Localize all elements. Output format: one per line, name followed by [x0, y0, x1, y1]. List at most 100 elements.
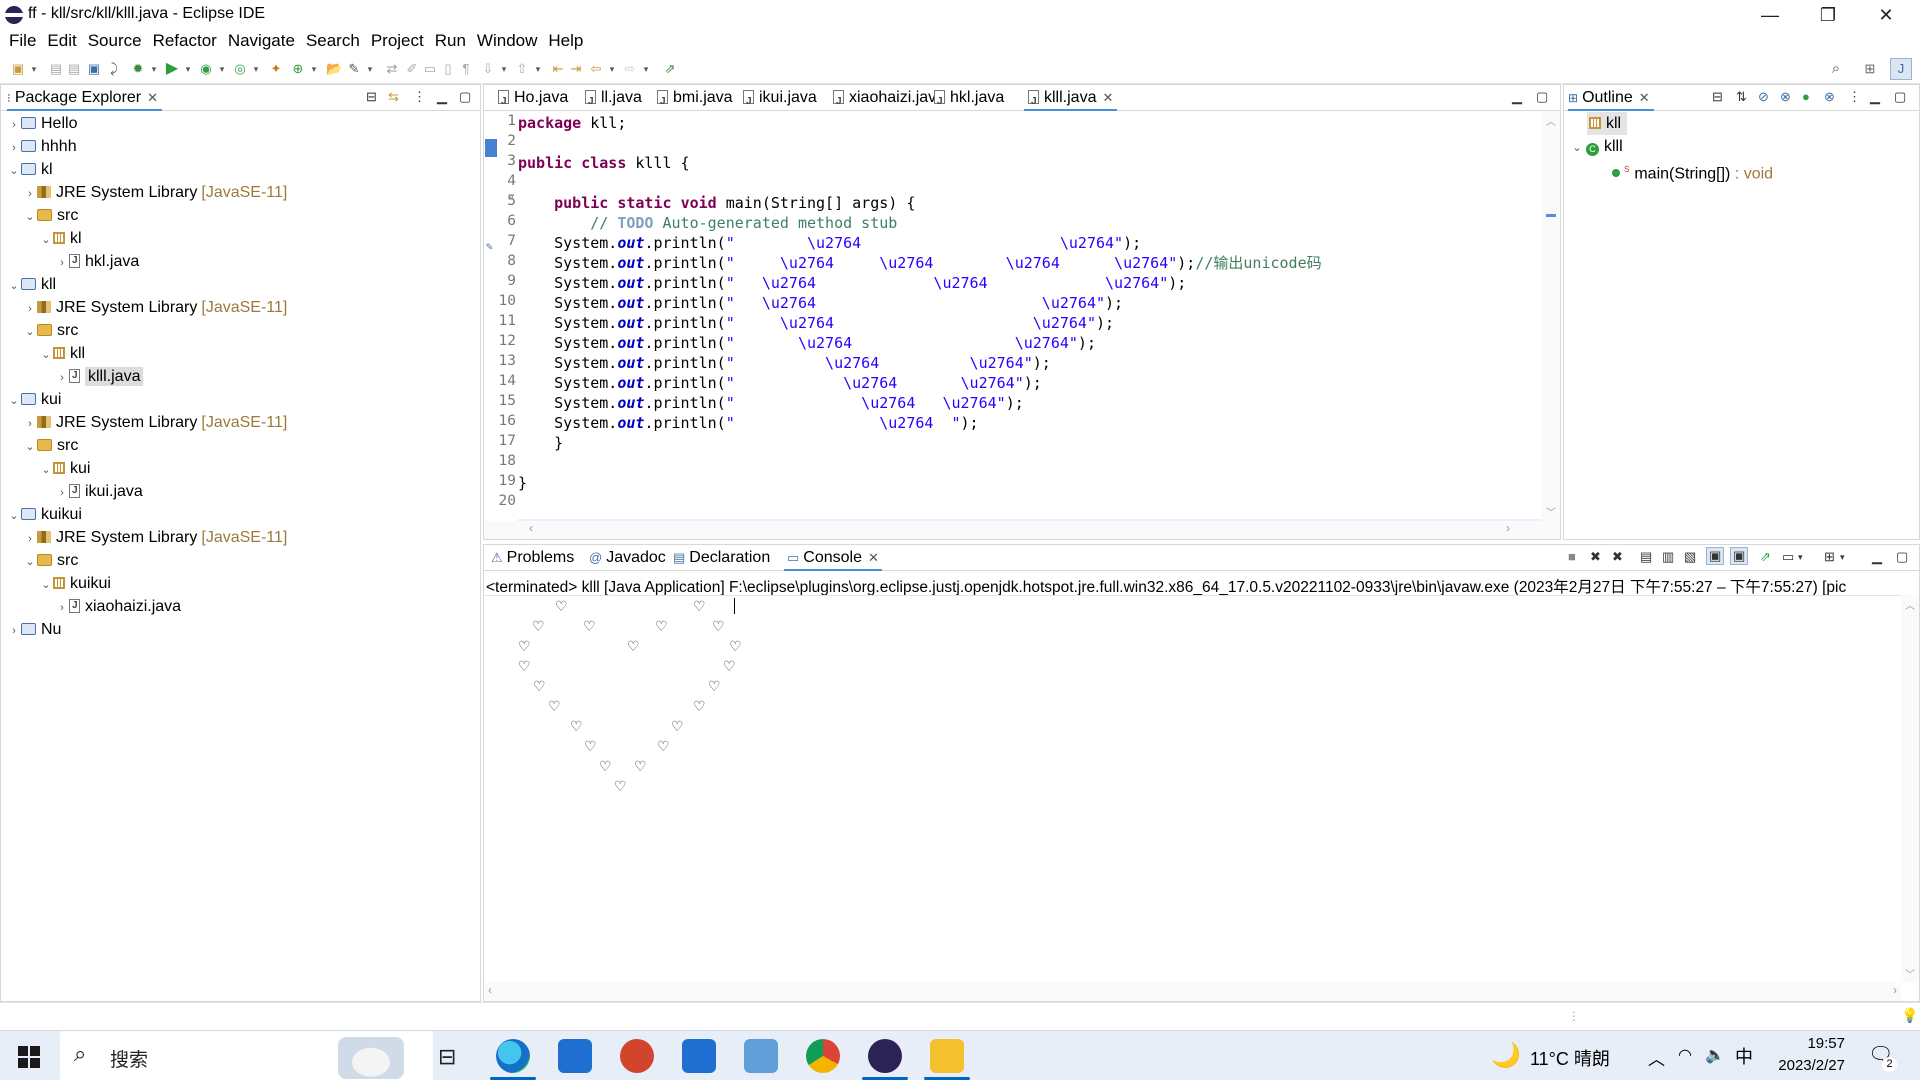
code-line[interactable]: public static void main(String[] args) {	[518, 193, 915, 213]
menu-refactor[interactable]: Refactor	[153, 30, 217, 52]
minimize-view-icon[interactable]: ▁	[437, 89, 447, 105]
tree-item-pkg[interactable]: ⌄ kll	[39, 342, 85, 365]
menu-project[interactable]: Project	[371, 30, 424, 52]
maximize-outline-icon[interactable]: ▢	[1894, 89, 1906, 105]
chevron-down-icon[interactable]: ⌄	[7, 160, 21, 183]
tree-item-project[interactable]: ⌄ kll	[7, 273, 56, 296]
scroll-lock-icon[interactable]: ▥	[1662, 549, 1674, 565]
powerpoint-icon[interactable]	[620, 1039, 654, 1073]
last-edit-icon[interactable]: ⇤	[550, 61, 566, 77]
back-dropdown-icon[interactable]: ▾	[604, 61, 620, 77]
external-tools-dropdown-icon[interactable]: ▾	[248, 61, 264, 77]
pin-console-icon[interactable]: ⇗	[1760, 549, 1771, 565]
skip-breakpoints-icon[interactable]: ⤸	[106, 61, 122, 77]
code-line[interactable]: System.out.println(" \u2764 \u2764");	[518, 293, 1123, 313]
new-icon[interactable]: ▣	[10, 61, 26, 77]
clock-date[interactable]: 2023/2/27	[1763, 1057, 1845, 1074]
volume-icon[interactable]: 🔈	[1705, 1045, 1725, 1065]
menu-window[interactable]: Window	[477, 30, 537, 52]
display-console-dropdown-icon[interactable]: ▾	[1798, 552, 1803, 563]
maximize-console-icon[interactable]: ▢	[1896, 549, 1908, 565]
maximize-view-icon[interactable]: ▢	[459, 89, 471, 105]
tab-outline[interactable]: ⊞ Outline ✕	[1568, 85, 1654, 111]
prev-annotation-icon[interactable]: ⇧	[514, 61, 530, 77]
tree-item-file[interactable]: › xiaohaizi.java	[55, 595, 181, 618]
editor-tab[interactable]: ikui.java	[739, 85, 821, 115]
maximize-button[interactable]: ❐	[1799, 0, 1857, 30]
code-editor[interactable]: ✎ 1 2 3 4 5 6 7 8 9 10 11 12 13 14 15 16 17 18 19 20 ⊖ packa…	[484, 111, 1560, 539]
chevron-right-icon[interactable]: ›	[55, 482, 69, 505]
code-line[interactable]: System.out.println(" \u2764 \u2764 \u276…	[518, 253, 1322, 273]
close-icon[interactable]: ✕	[868, 550, 879, 565]
new-class-icon[interactable]: ⊕	[290, 61, 306, 77]
close-icon[interactable]: ✕	[147, 90, 158, 105]
code-line[interactable]: System.out.println(" \u2764 ");	[518, 413, 978, 433]
editor-tab[interactable]: ll.java	[581, 85, 646, 115]
tree-item-file[interactable]: › hkl.java	[55, 250, 139, 273]
back-icon[interactable]: ⇦	[588, 61, 604, 77]
chevron-right-icon[interactable]: ›	[7, 620, 21, 643]
chevron-down-icon[interactable]: ⌄	[7, 390, 21, 413]
coverage-icon[interactable]: ◉	[198, 61, 214, 77]
chevron-down-icon[interactable]: ⌄	[23, 436, 37, 459]
show-stdout-icon[interactable]: ▣	[1706, 547, 1725, 565]
code-line[interactable]: System.out.println(" \u2764 \u2764");	[518, 313, 1114, 333]
chevron-down-icon[interactable]: ⌄	[23, 551, 37, 574]
tree-item-pkg[interactable]: ⌄ kl	[39, 227, 81, 250]
code-line[interactable]: System.out.println(" \u2764 \u2764");	[518, 353, 1051, 373]
pin-editor-icon[interactable]: ⇗	[662, 61, 678, 77]
debug-dropdown-icon[interactable]: ▾	[146, 61, 162, 77]
eclipse-taskbar-icon[interactable]	[868, 1039, 902, 1073]
bottom-tab[interactable]: ▤ Declaration	[670, 545, 773, 571]
search-dropdown-icon[interactable]: ▾	[362, 61, 378, 77]
minimize-console-icon[interactable]: ▁	[1872, 549, 1882, 565]
maximize-editor-icon[interactable]: ▢	[1536, 89, 1548, 105]
chevron-right-icon[interactable]: ›	[23, 183, 37, 206]
editor-tab[interactable]: hkl.java	[930, 85, 1008, 115]
outline-method[interactable]: Smain(String[]) : void	[1612, 158, 1773, 182]
bottom-tab[interactable]: @ Javadoc	[586, 545, 669, 571]
chevron-down-icon[interactable]: ⌄	[23, 321, 37, 344]
code-line[interactable]: public class klll {	[518, 153, 690, 173]
editor-tab[interactable]: klll.java ✕	[1024, 85, 1118, 115]
chrome-icon[interactable]	[806, 1039, 840, 1073]
collapse-outline-icon[interactable]: ⊟	[1712, 89, 1723, 105]
tree-item-lib[interactable]: › JRE System Library [JavaSE-11]	[23, 411, 287, 434]
chevron-down-icon[interactable]: ⌄	[7, 275, 21, 298]
chevron-right-icon[interactable]: ›	[7, 114, 21, 137]
hide-fields-icon[interactable]: ⊘	[1758, 89, 1769, 105]
code-line[interactable]: // TODO Auto-generated method stub	[518, 213, 897, 233]
tree-item-project[interactable]: ⌄ kuikui	[7, 503, 82, 526]
menu-navigate[interactable]: Navigate	[228, 30, 295, 52]
open-console-dropdown-icon[interactable]: ▾	[1840, 552, 1845, 563]
file-explorer-icon[interactable]	[930, 1039, 964, 1073]
prev-annotation-dropdown-icon[interactable]: ▾	[530, 61, 546, 77]
tree-item-src[interactable]: ⌄ src	[23, 204, 78, 227]
search-icon[interactable]: ⌕	[1828, 61, 1844, 77]
mail-icon[interactable]	[682, 1039, 716, 1073]
chevron-right-icon[interactable]: ›	[23, 413, 37, 436]
toggle-breadcrumb-icon[interactable]: ✐	[404, 61, 420, 77]
menu-run[interactable]: Run	[435, 30, 466, 52]
chevron-down-icon[interactable]: ⌄	[7, 505, 21, 528]
block-select-icon[interactable]: ▭	[422, 61, 438, 77]
fold-icon[interactable]: ⊖	[508, 193, 513, 203]
control-panel-icon[interactable]	[744, 1039, 778, 1073]
debug-icon[interactable]: ✹	[130, 61, 146, 77]
clear-console-icon[interactable]: ▤	[1640, 549, 1652, 565]
taskbar-search-box[interactable]: ⌕ 搜索	[60, 1031, 433, 1080]
tree-item-project[interactable]: ⌄ kl	[7, 158, 52, 183]
code-line[interactable]: System.out.println(" \u2764 \u2764");	[518, 373, 1042, 393]
terminate-icon[interactable]: ■	[1568, 549, 1576, 564]
code-line[interactable]: System.out.println(" \u2764 \u2764 \u276…	[518, 273, 1186, 293]
chevron-right-icon[interactable]: ›	[55, 367, 69, 390]
outline-menu-icon[interactable]: ⋮	[1848, 89, 1861, 105]
store-icon[interactable]	[558, 1039, 592, 1073]
chevron-right-icon[interactable]: ›	[23, 298, 37, 321]
search-tool-icon[interactable]: ✎	[346, 61, 362, 77]
sort-icon[interactable]: ⇅	[1736, 89, 1747, 105]
tree-item-file[interactable]: › ikui.java	[55, 480, 143, 503]
editor-tab[interactable]: Ho.java	[494, 85, 572, 115]
menu-file[interactable]: File	[9, 30, 36, 52]
chevron-up-icon[interactable]: ︿	[1648, 1045, 1665, 1070]
